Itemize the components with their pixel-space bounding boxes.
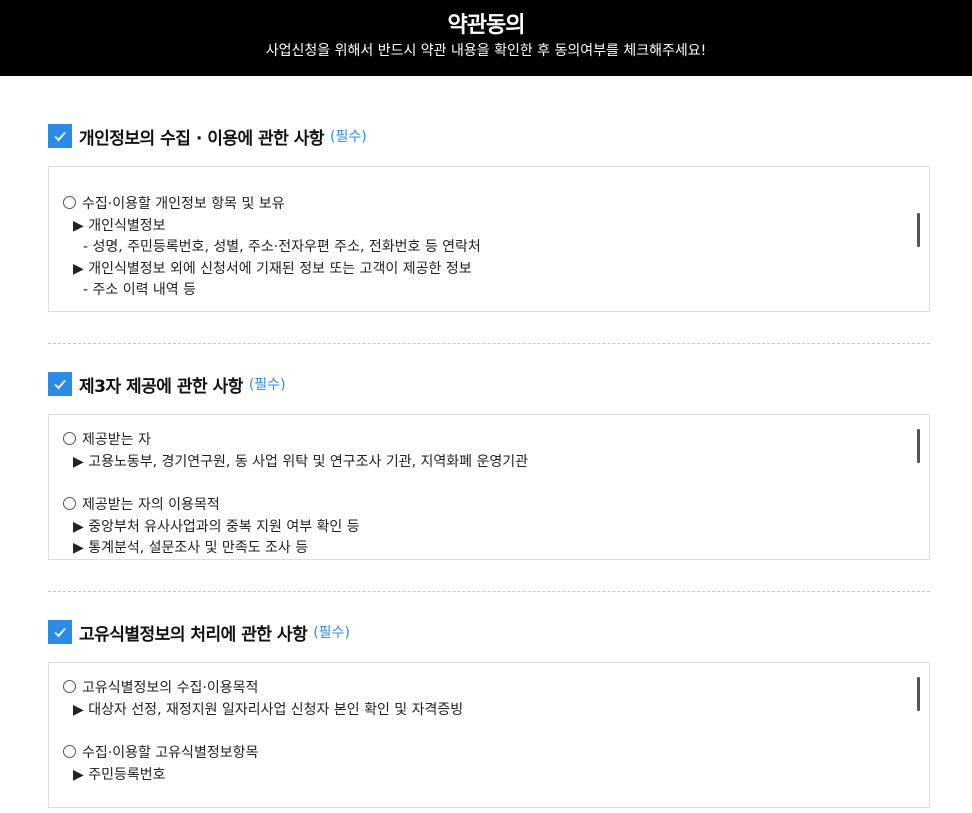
section-header: 제3자 제공에 관한 사항 (필수) (48, 372, 930, 397)
circle-bullet-icon (63, 497, 76, 510)
list-item: 제공받는 자 (63, 430, 889, 452)
circle-bullet-icon (63, 745, 76, 758)
section-header: 개인정보의 수집 · 이용에 관한 사항 (필수) (48, 124, 930, 149)
required-label: (필수) (330, 129, 367, 145)
list-item: ▶ 개인식별정보 (73, 217, 166, 234)
agree-checkbox-privacy[interactable] (48, 124, 72, 148)
list-item: 고유식별정보의 수집·이용목적 (63, 678, 889, 700)
agree-checkbox-third-party[interactable] (48, 372, 72, 396)
terms-text-box[interactable]: 수집·이용할 개인정보 항목 및 보유 ▶ 개인식별정보 - 성명, 주민등록번… (48, 166, 930, 312)
list-item: ▶ 주민등록번호 (73, 766, 166, 783)
terms-text-box[interactable]: 제공받는 자 ▶ 고용노동부, 경기연구원, 동 사업 위탁 및 연구조사 기관… (48, 414, 930, 560)
required-label: (필수) (313, 625, 350, 641)
list-item: ▶ 통계분석, 설문조사 및 만족도 조사 등 (73, 540, 309, 556)
scrollbar-thumb[interactable] (917, 677, 920, 711)
circle-bullet-icon (63, 196, 76, 209)
terms-content: 개인정보의 수집 · 이용에 관한 사항 (필수) 수집·이용할 개인정보 항목… (0, 124, 972, 808)
list-item: 제공받는 자의 이용목적 (63, 495, 889, 517)
scrollbar-thumb[interactable] (917, 213, 920, 247)
section-title: 개인정보의 수집 · 이용에 관한 사항 (79, 128, 325, 149)
circle-bullet-icon (63, 432, 76, 445)
page-title: 약관동의 (447, 13, 526, 38)
section-title: 고유식별정보의 처리에 관한 사항 (79, 624, 308, 645)
page-header: 약관동의 사업신청을 위해서 반드시 약관 내용을 확인한 후 동의여부를 체크… (0, 0, 972, 76)
checkmark-icon (54, 627, 66, 638)
scrollbar-thumb[interactable] (917, 429, 920, 463)
list-item: ▶ 중앙부처 유사사업과의 중복 지원 여부 확인 등 (73, 518, 360, 535)
terms-section-privacy: 개인정보의 수집 · 이용에 관한 사항 (필수) 수집·이용할 개인정보 항목… (48, 124, 930, 312)
list-item: - 성명, 주민등록번호, 성별, 주소·전자우편 주소, 전화번호 등 연락처 (83, 239, 481, 255)
section-divider (48, 343, 930, 344)
checkmark-icon (54, 379, 66, 390)
circle-bullet-icon (63, 680, 76, 693)
agree-checkbox-unique-id[interactable] (48, 620, 72, 644)
list-item: - 주소 이력 내역 등 (83, 282, 197, 298)
list-item: ▶ 대상자 선정, 재정지원 일자리사업 신청자 본인 확인 및 자격증빙 (73, 701, 464, 718)
checkmark-icon (54, 131, 66, 142)
required-label: (필수) (248, 377, 286, 393)
section-divider (48, 591, 930, 592)
terms-text-box[interactable]: 고유식별정보의 수집·이용목적 ▶ 대상자 선정, 재정지원 일자리사업 신청자… (48, 662, 930, 808)
page-subtitle: 사업신청을 위해서 반드시 약관 내용을 확인한 후 동의여부를 체크해주세요! (265, 43, 707, 59)
list-item: 수집·이용할 개인정보 항목 및 보유 (63, 194, 889, 216)
terms-section-third-party: 제3자 제공에 관한 사항 (필수) 제공받는 자 ▶ 고용노동부, 경기연구원… (48, 372, 930, 560)
list-item: 수집·이용할 고유식별정보항목 (63, 743, 889, 765)
section-header: 고유식별정보의 처리에 관한 사항 (필수) (48, 620, 930, 645)
list-item: ▶ 개인식별정보 외에 신청서에 기재된 정보 또는 고객이 제공한 정보 (73, 260, 472, 277)
list-item: ▶ 고용노동부, 경기연구원, 동 사업 위탁 및 연구조사 기관, 지역화폐 … (73, 453, 529, 470)
section-title: 제3자 제공에 관한 사항 (79, 376, 243, 397)
terms-section-unique-id: 고유식별정보의 처리에 관한 사항 (필수) 고유식별정보의 수집·이용목적 ▶… (48, 620, 930, 808)
